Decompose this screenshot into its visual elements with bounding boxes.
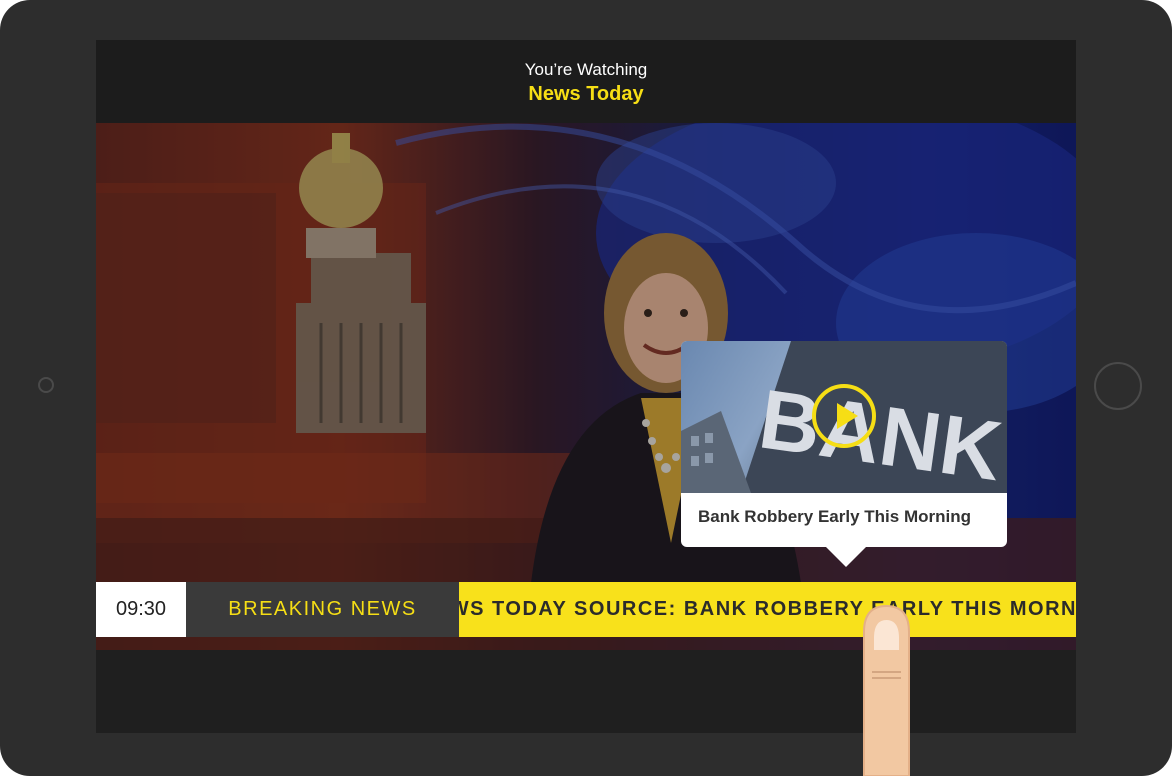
camera-icon: [38, 377, 54, 393]
ticker-time: 09:30: [96, 582, 186, 637]
app-screen: You’re Watching News Today 09:30 BREAKIN…: [96, 40, 1076, 733]
player-bottom-bar: [96, 650, 1076, 733]
popup-pointer: [826, 547, 866, 567]
now-watching-header: You’re Watching News Today: [96, 40, 1076, 123]
news-story-popup[interactable]: BANK Bank Robbery Early This Morning: [681, 341, 1007, 567]
breaking-news-label: BREAKING NEWS: [186, 582, 459, 637]
ticker-scroll-text[interactable]: NEWS TODAY SOURCE: BANK ROBBERY EARLY TH…: [459, 582, 1076, 637]
touch-finger-icon: [863, 604, 910, 776]
tablet-frame: You’re Watching News Today 09:30 BREAKIN…: [0, 0, 1172, 776]
play-icon[interactable]: [811, 383, 877, 449]
home-button-icon[interactable]: [1094, 362, 1142, 410]
breaking-news-ticker[interactable]: 09:30 BREAKING NEWS NEWS TODAY SOURCE: B…: [96, 582, 1076, 637]
ticker-scroll-area[interactable]: NEWS TODAY SOURCE: BANK ROBBERY EARLY TH…: [459, 582, 1076, 637]
story-title[interactable]: Bank Robbery Early This Morning: [698, 507, 971, 527]
story-thumbnail[interactable]: BANK: [681, 341, 1007, 493]
show-title: News Today: [528, 83, 644, 105]
now-watching-label: You’re Watching: [524, 60, 648, 79]
